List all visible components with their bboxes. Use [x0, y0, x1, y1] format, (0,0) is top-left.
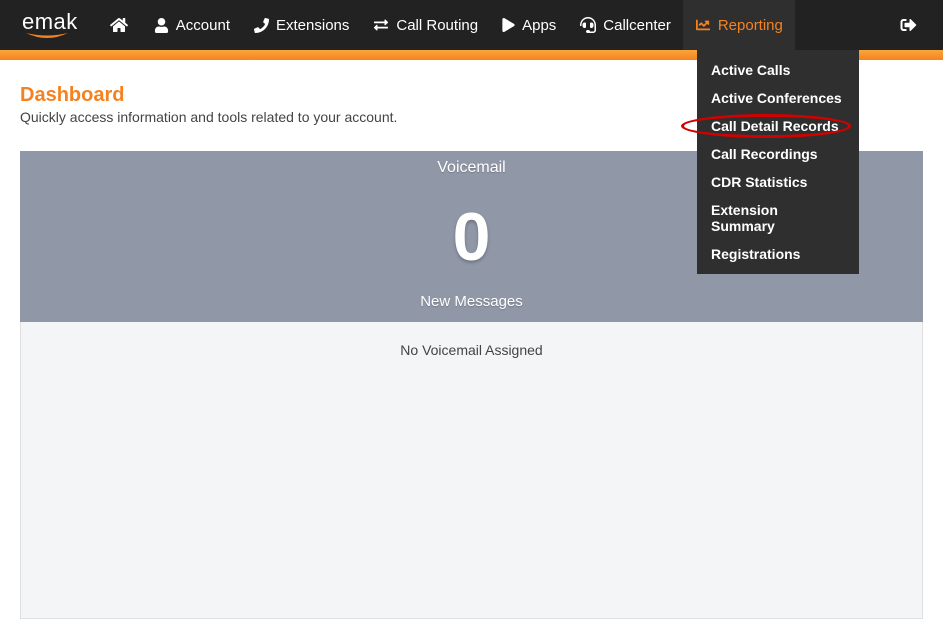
nav-callcenter-label: Callcenter — [603, 17, 671, 34]
nav-apps[interactable]: Apps — [490, 0, 568, 50]
reporting-dropdown: Active Calls Active Conferences Call Det… — [697, 50, 859, 274]
dropdown-call-detail-records[interactable]: Call Detail Records — [697, 112, 859, 140]
nav-logout[interactable] — [884, 0, 933, 50]
home-icon — [110, 17, 128, 33]
dropdown-call-recordings[interactable]: Call Recordings — [697, 140, 859, 168]
dropdown-active-calls[interactable]: Active Calls — [697, 56, 859, 84]
nav-home[interactable] — [96, 0, 142, 50]
dropdown-extension-summary[interactable]: Extension Summary — [697, 196, 859, 240]
headset-icon — [580, 17, 596, 33]
dropdown-active-conferences[interactable]: Active Conferences — [697, 84, 859, 112]
voicemail-body: No Voicemail Assigned — [20, 322, 923, 619]
nav-reporting-label: Reporting — [718, 17, 783, 34]
nav-account[interactable]: Account — [142, 0, 242, 50]
sign-out-icon — [900, 17, 917, 33]
nav-call-routing[interactable]: Call Routing — [361, 0, 490, 50]
dropdown-registrations[interactable]: Registrations — [697, 240, 859, 268]
navbar: emak Account Extensions Call Routing App… — [0, 0, 943, 50]
voicemail-empty-text: No Voicemail Assigned — [400, 342, 542, 358]
voicemail-sub: New Messages — [20, 285, 923, 322]
user-icon — [154, 18, 169, 33]
nav-items: Account Extensions Call Routing Apps Cal… — [96, 0, 795, 50]
nav-callcenter[interactable]: Callcenter — [568, 0, 683, 50]
play-icon — [502, 18, 515, 32]
logo[interactable]: emak — [0, 9, 96, 41]
nav-reporting[interactable]: Reporting — [683, 0, 795, 50]
chart-icon — [695, 18, 711, 32]
logo-swoosh-icon — [22, 33, 72, 41]
dropdown-cdr-statistics[interactable]: CDR Statistics — [697, 168, 859, 196]
nav-account-label: Account — [176, 17, 230, 34]
phone-icon — [254, 18, 269, 33]
nav-apps-label: Apps — [522, 17, 556, 34]
exchange-icon — [373, 18, 389, 32]
nav-call-routing-label: Call Routing — [396, 17, 478, 34]
logo-text: emak — [22, 9, 78, 34]
nav-extensions-label: Extensions — [276, 17, 349, 34]
nav-extensions[interactable]: Extensions — [242, 0, 361, 50]
